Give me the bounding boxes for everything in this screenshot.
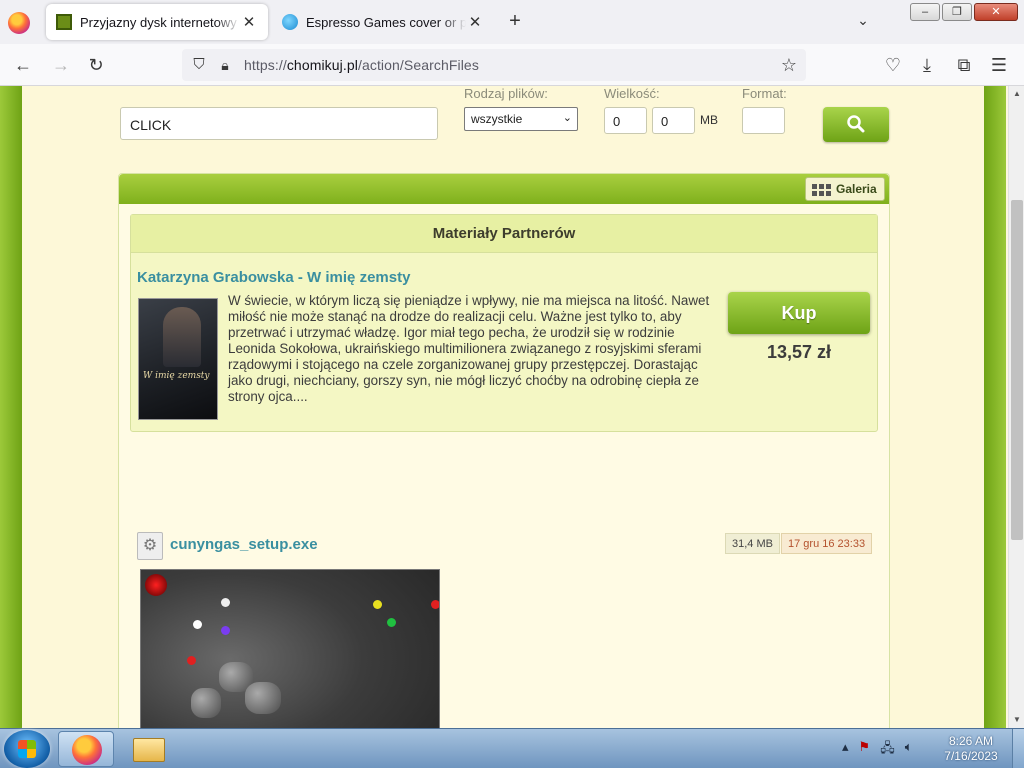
file-type-select[interactable]: wszystkie ⌄ [464, 107, 578, 131]
tab-bar: Przyjazny dysk internetowy - Ch ✕ Espres… [0, 0, 1024, 44]
partner-heading: Materiały Partnerów [131, 215, 877, 253]
minimize-button[interactable]: – [910, 3, 940, 21]
firefox-icon [72, 735, 102, 765]
results-panel: Galeria Materiały Partnerów Katarzyna Gr… [118, 173, 890, 728]
tab-chomikuj[interactable]: Przyjazny dysk internetowy - Ch ✕ [46, 4, 268, 40]
close-window-button[interactable]: ✕ [974, 3, 1018, 21]
file-size-badge: 31,4 MB [725, 533, 780, 554]
start-button[interactable] [4, 730, 50, 768]
shield-icon[interactable]: ⛉ [188, 54, 210, 76]
size-label: Wielkość: [604, 86, 660, 101]
page-content: CLICK Rodzaj plików: wszystkie ⌄ Wielkoś… [22, 86, 984, 728]
restore-button[interactable]: ❐ [942, 3, 972, 21]
file-type-value: wszystkie [471, 112, 523, 126]
pocket-icon[interactable]: ♡ [882, 54, 904, 76]
list-all-tabs-icon[interactable]: ⌄ [852, 12, 874, 34]
menu-hamburger-icon[interactable]: ☰ [988, 54, 1010, 76]
tab-espresso[interactable]: Espresso Games cover or packa ✕ [272, 4, 494, 40]
network-icon[interactable]: 🖧︎ [880, 739, 895, 761]
url-prefix: https:// [244, 57, 287, 73]
gem [187, 656, 196, 665]
gallery-label: Galeria [836, 182, 877, 196]
scroll-down-icon[interactable]: ▼ [1009, 712, 1024, 728]
new-tab-button[interactable]: + [504, 10, 526, 32]
cover-person [163, 307, 201, 367]
results-header: Galeria [119, 174, 889, 204]
book-price: 13,57 zł [766, 342, 832, 362]
window-controls: – ❐ ✕ [910, 3, 1018, 21]
back-arrow-icon[interactable]: ← [12, 54, 34, 76]
bookmark-star-icon[interactable]: ☆ [778, 54, 800, 76]
book-cover-image[interactable]: W imię zemsty [138, 298, 218, 420]
taskbar-explorer[interactable] [120, 731, 176, 767]
cover-title: W imię zemsty [143, 371, 210, 381]
partner-materials-box: Materiały Partnerów Katarzyna Grabowska … [130, 214, 878, 432]
folder-icon [133, 738, 165, 762]
gem [387, 618, 396, 627]
chomikuj-favicon-icon [56, 14, 72, 30]
search-input[interactable]: CLICK [120, 107, 438, 140]
hud-orb [145, 574, 167, 596]
lock-icon[interactable]: 🔒︎ [214, 54, 236, 76]
firefox-view-icon[interactable] [8, 12, 30, 34]
page-border-right [984, 86, 1006, 728]
espresso-favicon-icon [282, 14, 298, 30]
gem [431, 600, 439, 609]
close-tab-icon[interactable]: ✕ [466, 13, 484, 31]
buy-button[interactable]: Kup [728, 292, 870, 334]
taskbar: ▴ ⚑ 🖧︎ 🔈︎ 8:26 AM 7/16/2023 [0, 728, 1024, 768]
book-description: W świecie, w którym liczą się pieniądze … [228, 293, 710, 404]
rock [191, 688, 221, 718]
search-button[interactable] [823, 107, 889, 142]
vertical-scrollbar[interactable]: ▲ ▼ [1008, 86, 1024, 728]
gear-icon: ⚙ [137, 532, 163, 560]
url-text: https://chomikuj.pl/action/SearchFiles [244, 57, 479, 73]
rock [245, 682, 281, 714]
file-preview-image[interactable] [140, 569, 440, 728]
url-domain: chomikuj.pl [286, 57, 358, 73]
system-tray: ▴ ⚑ 🖧︎ 🔈︎ [842, 739, 913, 761]
reload-icon[interactable]: ↻ [85, 54, 107, 76]
taskbar-firefox[interactable] [58, 731, 114, 767]
size-max-input[interactable]: 0 [652, 107, 695, 134]
size-unit: MB [700, 113, 718, 127]
file-name-link[interactable]: cunyngas_setup.exe [170, 536, 318, 553]
grid-icon [812, 184, 832, 196]
size-min-input[interactable]: 0 [604, 107, 647, 134]
format-input[interactable] [742, 107, 785, 134]
navigation-toolbar: ← → ↻ ⛉ 🔒︎ https://chomikuj.pl/action/Se… [0, 44, 1024, 86]
close-tab-icon[interactable]: ✕ [240, 13, 258, 31]
gem [193, 620, 202, 629]
file-type-label: Rodzaj plików: [464, 86, 548, 101]
gem [221, 626, 230, 635]
clock-date: 7/16/2023 [944, 749, 998, 763]
search-icon [847, 115, 865, 133]
downloads-icon[interactable]: ⤓ [916, 54, 938, 76]
show-hidden-icons-icon[interactable]: ▴ [842, 739, 849, 761]
url-bar[interactable]: ⛉ 🔒︎ https://chomikuj.pl/action/SearchFi… [182, 49, 806, 81]
gem [221, 598, 230, 607]
page-border-left [0, 86, 22, 728]
gem [373, 600, 382, 609]
show-desktop-button[interactable] [1012, 729, 1024, 768]
tab-title: Espresso Games cover or packa [306, 14, 466, 30]
file-date-badge: 17 gru 16 23:33 [781, 533, 873, 554]
action-center-icon[interactable]: ⚑ [859, 739, 871, 761]
page-viewport: CLICK Rodzaj plików: wszystkie ⌄ Wielkoś… [0, 86, 1008, 728]
scroll-thumb[interactable] [1011, 200, 1023, 540]
gallery-view-button[interactable]: Galeria [805, 177, 885, 201]
volume-icon[interactable]: 🔈︎ [905, 739, 913, 761]
extensions-icon[interactable]: ⧉ [953, 54, 975, 76]
clock[interactable]: 8:26 AM 7/16/2023 [936, 734, 1006, 764]
chevron-down-icon: ⌄ [562, 112, 572, 124]
tab-title: Przyjazny dysk internetowy - Ch [80, 14, 240, 30]
forward-arrow-icon[interactable]: → [50, 54, 72, 76]
clock-time: 8:26 AM [948, 734, 994, 748]
scroll-up-icon[interactable]: ▲ [1009, 86, 1024, 102]
book-title-link[interactable]: Katarzyna Grabowska - W imię zemsty [137, 269, 410, 286]
format-label: Format: [742, 86, 787, 101]
url-path: /action/SearchFiles [357, 57, 479, 73]
